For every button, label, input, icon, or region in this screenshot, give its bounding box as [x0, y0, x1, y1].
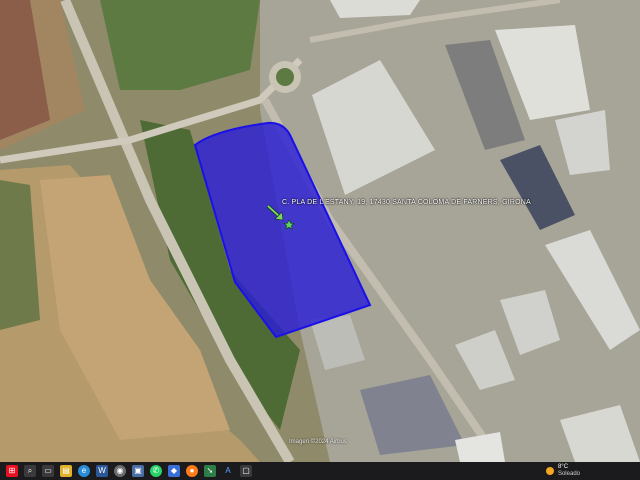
pointer-icon[interactable]: ➘	[204, 465, 216, 477]
sun-icon	[545, 467, 554, 475]
weather-widget[interactable]: 8°C Soleado	[545, 464, 580, 478]
file-explorer-icon[interactable]: ▤	[60, 465, 72, 477]
save-icon[interactable]: ▣	[132, 465, 144, 477]
window-icon[interactable]: ▢	[240, 465, 252, 477]
app-icon[interactable]: ◉	[114, 465, 126, 477]
whatsapp-icon[interactable]: ✆	[150, 465, 162, 477]
task-view-icon[interactable]: ▭	[42, 465, 54, 477]
imagery-attribution: Imagen ©2024 Airbus	[289, 439, 347, 445]
search-icon[interactable]: ⌕	[24, 465, 36, 477]
weather-condition: Soleado	[557, 471, 580, 477]
start-icon[interactable]: ⊞	[6, 465, 18, 477]
word-icon[interactable]: W	[96, 465, 108, 477]
firefox-icon[interactable]: ●	[186, 465, 198, 477]
photos-icon[interactable]: ◆	[168, 465, 180, 477]
text-icon[interactable]: A	[222, 465, 234, 477]
edge-icon[interactable]: e	[78, 465, 90, 477]
place-label: C. PLA DE L'ESTANY, 19, 17430 SANTA COLO…	[282, 199, 531, 206]
system-tray: 8°C Soleado	[545, 462, 640, 480]
taskbar: ⊞ ⌕ ▭ ▤ e W ◉ ▣ ✆ ◆ ● ➘ A ▢ 8°C Soleado	[0, 462, 640, 480]
satellite-map[interactable]: C. PLA DE L'ESTANY, 19, 17430 SANTA COLO…	[0, 0, 640, 462]
weather-temp: 8°C	[557, 464, 569, 470]
